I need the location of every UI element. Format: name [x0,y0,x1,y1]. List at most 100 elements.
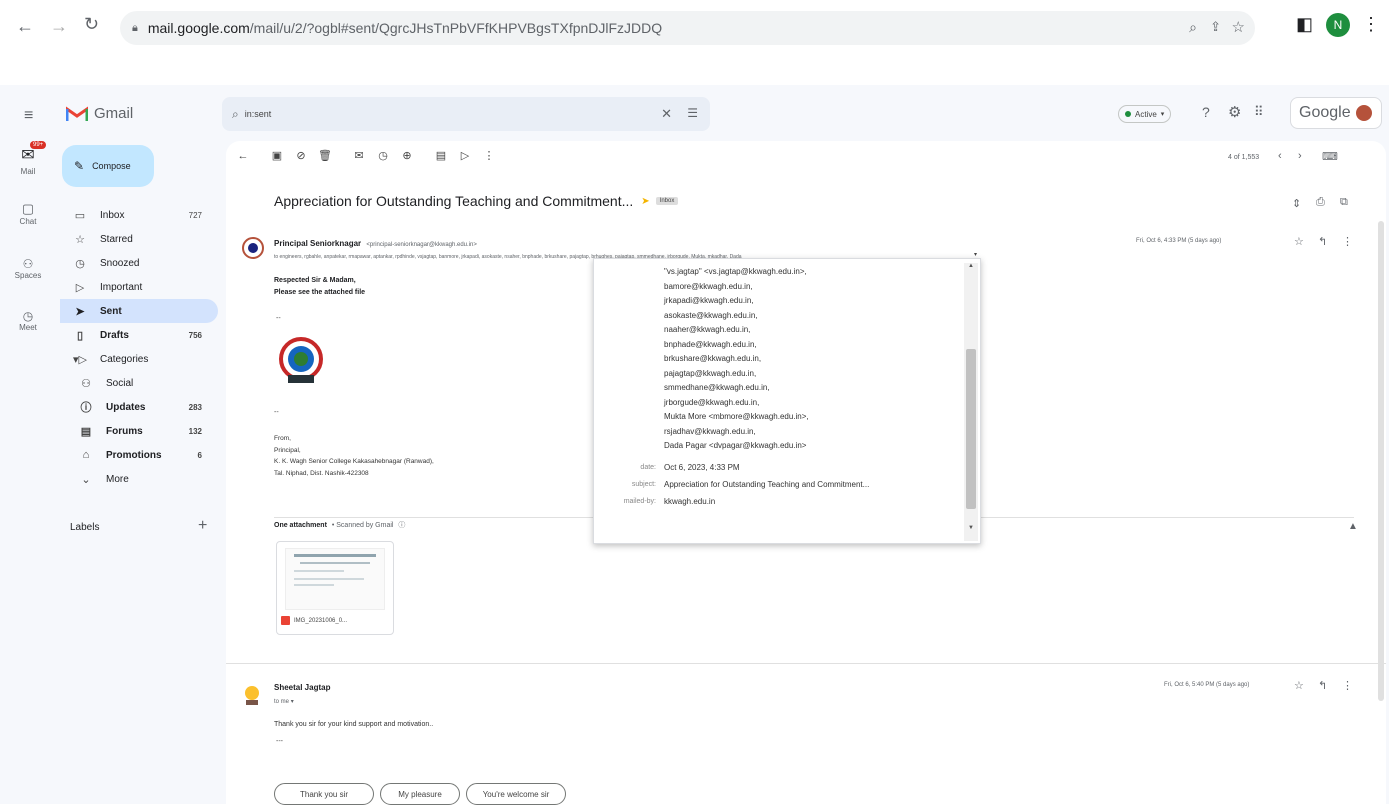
label-icon: ▾▷ [73,353,87,366]
rail-meet[interactable]: ◷ Meet [4,309,52,332]
compose-button[interactable]: ✎ Compose [62,145,154,187]
info-icon[interactable]: ⓘ [398,522,405,529]
sidebar-item-updates[interactable]: ⓘ Updates 283 [60,395,218,419]
browser-menu-icon[interactable]: ⋮ [1362,14,1380,35]
smart-reply-chip[interactable]: My pleasure [380,783,460,805]
add-to-drive-icon[interactable]: ▲ [1348,521,1358,532]
recipient-entry: bamore@kkwagh.edu.in, [664,281,753,291]
smart-reply-chip[interactable]: Thank you sir [274,783,374,805]
status-dropdown[interactable]: Active ▾ [1118,105,1172,123]
older-chevron-icon[interactable]: › [1298,150,1302,162]
important-marker-icon[interactable]: ➤ [641,196,649,207]
sidebar-item-snoozed[interactable]: ◷ Snoozed [60,251,218,275]
scroll-down-icon[interactable]: ▼ [964,525,978,531]
show-details-caret-icon[interactable]: ▾ [974,251,977,258]
recipient-entry: "vs.jagtap" <vs.jagtap@kkwagh.edu.in>, [664,267,807,276]
popup-scrollbar[interactable]: ▲ ▼ [964,263,978,541]
more-vert-icon[interactable]: ⋮ [1342,679,1353,692]
reply-icon[interactable]: ↰ [1318,235,1327,248]
message-body: Respected Sir & Madam, Please see the at… [274,275,365,299]
share-icon[interactable]: ⇪ [1210,19,1221,35]
mark-unread-icon[interactable]: ✉ [350,149,368,162]
subject-label: subject: [631,481,656,488]
gmail-logo[interactable]: Gmail [66,105,133,122]
profile-avatar[interactable]: N [1326,13,1350,37]
sidebar-item-inbox[interactable]: ▭ Inbox 727 [60,203,218,227]
sidebar-item-drafts[interactable]: ▯ Drafts 756 [60,323,218,347]
star-icon[interactable]: ☆ [1294,679,1304,692]
expand-all-icon[interactable]: ⇕ [1292,197,1301,210]
zoom-icon[interactable]: ⌕ [1189,19,1197,36]
sheetal-avatar[interactable] [240,683,264,707]
sidebar-item-categories[interactable]: ▾▷ Categories [60,347,218,371]
search-input[interactable]: in:sent [245,109,272,119]
forward-arrow-icon[interactable]: → [50,16,68,37]
clear-search-icon[interactable]: ✕ [661,106,672,122]
recipient-entry: pajagtap@kkwagh.edu.in, [664,368,757,378]
sidebar-item-important[interactable]: ▷ Important [60,275,218,299]
star-icon: ☆ [75,233,85,246]
report-spam-icon[interactable]: ⊘ [292,149,310,162]
tag-icon: ⌂ [82,449,90,461]
search-icon[interactable]: ⌕ [232,107,239,122]
rail-chat[interactable]: ▢ Chat [4,201,52,226]
url-path: /mail/u/2/?ogbl#sent/QgrcJHsTnPbVFfKHPVB… [249,20,663,36]
add-label-icon[interactable]: + [198,517,207,535]
search-options-icon[interactable]: ☰ [687,106,698,120]
sidebar-item-forums[interactable]: ▤ Forums 132 [60,419,218,443]
add-task-icon[interactable]: ⊕ [398,149,416,162]
print-icon[interactable]: ⎙ [1316,196,1325,209]
recipient-me: to me ▾ [274,698,294,705]
important-icon: ▷ [75,281,85,294]
move-to-icon[interactable]: ▤ [432,149,450,162]
google-account-button[interactable]: Google [1290,97,1382,129]
new-window-icon[interactable]: ⧉ [1340,196,1348,209]
sender-avatar[interactable] [242,237,264,259]
rail-mail[interactable]: ✉ 99+ Mail [4,141,52,176]
label-icon[interactable]: ▷ [456,149,474,162]
sidebar-item-social[interactable]: ⚇ Social [60,371,218,395]
chat-icon: ▢ [21,201,35,216]
signature-line: From, [274,435,291,442]
sender-name-2[interactable]: Sheetal Jagtap [274,683,330,692]
sidebar-item-label: Inbox [100,209,125,221]
caret-icon[interactable]: ▾ [291,699,294,705]
reload-icon[interactable]: ↻ [84,14,99,35]
more-vert-icon[interactable]: ⋮ [480,149,498,162]
apps-grid-icon[interactable]: ⠿ [1254,104,1264,120]
sidebar-item-more[interactable]: ⌄ More [60,467,218,491]
snooze-icon[interactable]: ◷ [374,149,392,162]
sidebar-item-promotions[interactable]: ⌂ Promotions 6 [60,443,218,467]
input-tools-icon[interactable]: ⌨ [1322,150,1338,163]
inbox-tag[interactable]: Inbox [655,197,679,205]
delete-icon[interactable]: 🗑︎ [316,149,334,162]
sidebar-item-label: Promotions [106,449,162,461]
main-menu-icon[interactable]: ≡ [24,107,33,125]
bookmark-star-icon[interactable]: ☆ [1232,18,1245,36]
address-bar[interactable]: 🔒︎ mail.google.com/mail/u/2/?ogbl#sent/Q… [120,11,1255,45]
recipient-entry: jrkapadi@kkwagh.edu.in, [664,296,754,305]
popup-scroll-thumb[interactable] [966,349,976,509]
scroll-up-icon[interactable]: ▲ [964,263,978,269]
back-icon[interactable]: ← [234,150,252,162]
back-arrow-icon[interactable]: ← [16,16,34,37]
help-icon[interactable]: ? [1202,104,1210,120]
newer-chevron-icon[interactable]: ‹ [1278,150,1282,162]
smart-reply-chip[interactable]: You're welcome sir [466,783,566,805]
more-vert-icon[interactable]: ⋮ [1342,235,1353,248]
attachment-card[interactable]: IMG_20231006_0... [276,541,394,635]
side-panel-icon[interactable]: ◧ [1296,14,1313,35]
archive-icon[interactable]: ▣ [268,149,286,162]
sender-name[interactable]: Principal Seniorknagar [274,239,361,248]
search-bar[interactable]: ⌕ in:sent ✕ ☰ [222,97,710,131]
recipient-entry: asokaste@kkwagh.edu.in, [664,310,758,320]
settings-gear-icon[interactable]: ⚙ [1228,103,1241,121]
sidebar-item-sent[interactable]: ➤ Sent [60,299,218,323]
image-file-icon [281,616,290,625]
panel-scrollbar[interactable] [1378,221,1384,701]
attachment-name: IMG_20231006_0... [294,617,348,624]
star-icon[interactable]: ☆ [1294,235,1304,248]
sidebar-item-starred[interactable]: ☆ Starred [60,227,218,251]
reply-icon[interactable]: ↰ [1318,679,1327,692]
rail-spaces[interactable]: ⚇ Spaces [4,257,52,280]
